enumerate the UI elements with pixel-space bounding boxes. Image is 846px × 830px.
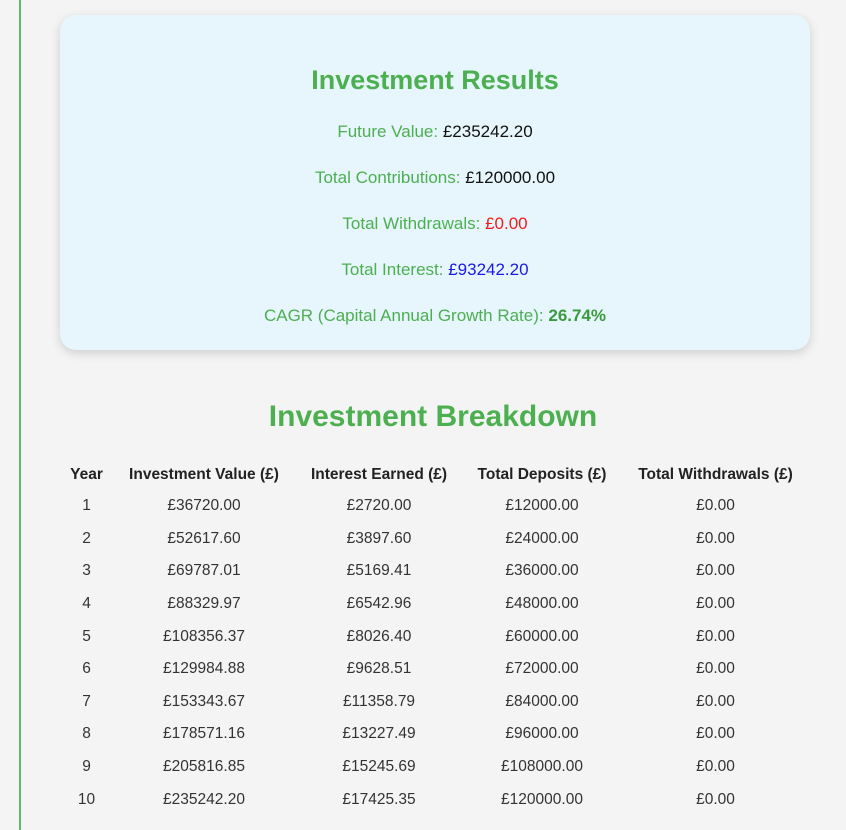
column-header-investment-value: Investment Value (£)	[129, 466, 279, 483]
cell-year: 5	[82, 627, 91, 645]
future-value-label: Future Value:	[337, 122, 443, 141]
cell-investment-value: £69787.01	[167, 562, 241, 580]
investment-results-card: Investment Results Future Value: £235242…	[60, 15, 810, 350]
table-row: 7 £153343.67 £11358.79 £84000.00 £0.00	[60, 686, 810, 719]
cell-year: 7	[82, 692, 91, 710]
cell-interest-earned: £17425.35	[342, 790, 416, 808]
breakdown-title: Investment Breakdown	[268, 400, 598, 433]
cell-interest-earned: £2720.00	[346, 497, 412, 515]
cell-total-withdrawals: £0.00	[696, 725, 735, 743]
total-withdrawals-label: Total Withdrawals:	[342, 214, 486, 233]
table-row: 5 £108356.37 £8026.40 £60000.00 £0.00	[60, 620, 810, 653]
cell-interest-earned: £5169.41	[346, 562, 412, 580]
cell-total-deposits: £120000.00	[501, 790, 583, 808]
cell-total-deposits: £24000.00	[505, 529, 579, 547]
cell-year: 1	[82, 497, 91, 515]
table-row: 10 £235242.20 £17425.35 £120000.00 £0.00	[60, 783, 810, 816]
cell-interest-earned: £6542.96	[346, 595, 412, 613]
total-contributions-value: £120000.00	[465, 168, 556, 187]
table-row: 4 £88329.97 £6542.96 £48000.00 £0.00	[60, 588, 810, 621]
cagr-row: CAGR (Capital Annual Growth Rate): 26.74…	[60, 305, 810, 327]
table-row: 8 £178571.16 £13227.49 £96000.00 £0.00	[60, 718, 810, 751]
column-header-total-withdrawals: Total Withdrawals (£)	[638, 466, 793, 483]
total-contributions-row: Total Contributions: £120000.00	[60, 167, 810, 189]
table-row: 9 £205816.85 £15245.69 £108000.00 £0.00	[60, 751, 810, 784]
cell-investment-value: £129984.88	[163, 660, 245, 678]
column-header-year: Year	[70, 466, 103, 483]
table-row: 2 £52617.60 £3897.60 £24000.00 £0.00	[60, 523, 810, 556]
total-withdrawals-row: Total Withdrawals: £0.00	[60, 213, 810, 235]
cell-total-withdrawals: £0.00	[696, 790, 735, 808]
cell-total-withdrawals: £0.00	[696, 595, 735, 613]
cell-interest-earned: £13227.49	[342, 725, 416, 743]
cell-total-withdrawals: £0.00	[696, 660, 735, 678]
total-contributions-label: Total Contributions:	[314, 168, 466, 187]
total-interest-row: Total Interest: £93242.20	[60, 259, 810, 281]
cell-interest-earned: £9628.51	[346, 660, 412, 678]
cell-total-withdrawals: £0.00	[696, 627, 735, 645]
cell-investment-value: £108356.37	[163, 627, 245, 645]
cell-investment-value: £205816.85	[163, 758, 245, 776]
cell-year: 3	[82, 562, 91, 580]
cell-total-deposits: £48000.00	[505, 595, 579, 613]
cell-total-deposits: £84000.00	[505, 692, 579, 710]
cell-year: 10	[77, 790, 96, 808]
total-withdrawals-value: £0.00	[485, 214, 528, 233]
table-header-row: Year Investment Value (£) Interest Earne…	[60, 460, 810, 490]
column-header-total-deposits: Total Deposits (£)	[477, 466, 607, 483]
cell-year: 8	[82, 725, 91, 743]
cell-investment-value: £52617.60	[167, 529, 241, 547]
future-value-value: £235242.20	[442, 122, 533, 141]
cell-year: 4	[82, 595, 91, 613]
total-interest-label: Total Interest:	[341, 260, 449, 279]
investment-breakdown-table: Year Investment Value (£) Interest Earne…	[60, 460, 810, 816]
cell-total-withdrawals: £0.00	[696, 529, 735, 547]
cell-total-deposits: £12000.00	[505, 497, 579, 515]
cell-year: 2	[82, 529, 91, 547]
cell-total-withdrawals: £0.00	[696, 497, 735, 515]
cell-investment-value: £178571.16	[163, 725, 245, 743]
cell-total-deposits: £108000.00	[501, 758, 583, 776]
cell-year: 6	[82, 660, 91, 678]
cell-investment-value: £235242.20	[163, 790, 245, 808]
results-title: Investment Results	[311, 65, 559, 95]
cell-total-deposits: £36000.00	[505, 562, 579, 580]
table-row: 6 £129984.88 £9628.51 £72000.00 £0.00	[60, 653, 810, 686]
table-row: 1 £36720.00 £2720.00 £12000.00 £0.00	[60, 490, 810, 523]
cell-interest-earned: £8026.40	[346, 627, 412, 645]
cell-investment-value: £88329.97	[167, 595, 241, 613]
cell-year: 9	[82, 758, 91, 776]
cell-investment-value: £36720.00	[167, 497, 241, 515]
cagr-label: CAGR (Capital Annual Growth Rate):	[263, 306, 549, 325]
cell-total-withdrawals: £0.00	[696, 692, 735, 710]
cell-interest-earned: £11358.79	[342, 692, 416, 710]
cell-interest-earned: £3897.60	[346, 529, 412, 547]
future-value-row: Future Value: £235242.20	[60, 121, 810, 143]
cell-total-deposits: £72000.00	[505, 660, 579, 678]
total-interest-value: £93242.20	[448, 260, 529, 279]
cell-total-withdrawals: £0.00	[696, 562, 735, 580]
cell-total-deposits: £60000.00	[505, 627, 579, 645]
cagr-value: 26.74%	[548, 306, 607, 325]
cell-total-deposits: £96000.00	[505, 725, 579, 743]
table-row: 3 £69787.01 £5169.41 £36000.00 £0.00	[60, 555, 810, 588]
cell-total-withdrawals: £0.00	[696, 758, 735, 776]
cell-interest-earned: £15245.69	[342, 758, 416, 776]
cell-investment-value: £153343.67	[163, 692, 245, 710]
column-header-interest-earned: Interest Earned (£)	[310, 466, 448, 483]
